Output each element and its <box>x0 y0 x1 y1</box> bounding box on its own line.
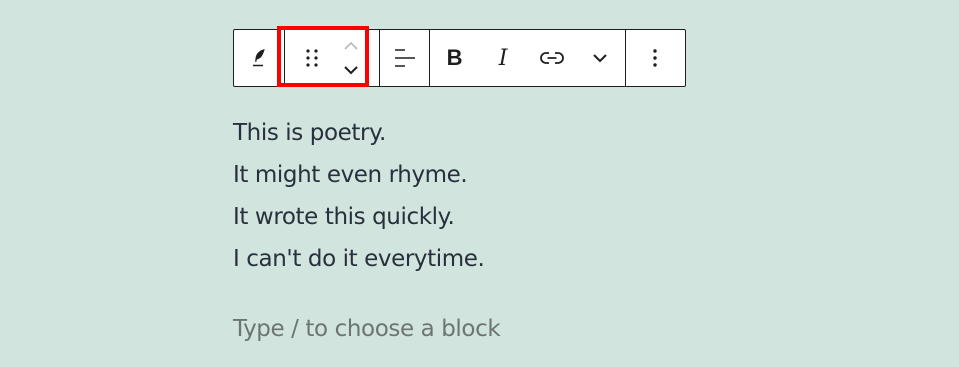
verse-line: I can't do it everytime. <box>233 246 485 272</box>
chevron-down-icon <box>593 54 607 63</box>
verse-line: It might even rhyme. <box>233 162 468 188</box>
options-button[interactable] <box>626 30 685 86</box>
block-type-group <box>234 30 285 86</box>
block-placeholder[interactable]: Type / to choose a block <box>233 316 501 342</box>
block-toolbar: B I <box>233 29 686 87</box>
options-group <box>626 30 685 86</box>
format-group: B I <box>430 30 626 86</box>
link-icon <box>539 52 564 64</box>
verse-line: It wrote this quickly. <box>233 204 455 230</box>
italic-label: I <box>498 45 508 71</box>
align-group <box>380 30 431 86</box>
move-down-button[interactable] <box>343 60 359 80</box>
drag-handle-icon <box>305 49 318 67</box>
block-mover-group <box>285 30 380 86</box>
block-movers <box>331 30 371 86</box>
block-type-button[interactable] <box>234 30 284 86</box>
more-vertical-icon <box>653 49 657 67</box>
verse-quill-icon <box>252 49 265 67</box>
more-formats-button[interactable] <box>576 30 625 86</box>
italic-button[interactable]: I <box>479 30 528 86</box>
link-button[interactable] <box>527 30 576 86</box>
align-left-icon <box>394 49 415 67</box>
bold-label: B <box>446 45 463 70</box>
drag-handle-button[interactable] <box>293 30 331 86</box>
bold-button[interactable]: B <box>430 30 479 86</box>
verse-block[interactable]: This is poetry. It might even rhyme. It … <box>233 112 485 280</box>
chevron-up-icon <box>343 41 358 50</box>
verse-line: This is poetry. <box>233 120 386 146</box>
move-up-button[interactable] <box>343 36 359 56</box>
chevron-down-icon <box>343 66 358 75</box>
align-button[interactable] <box>380 30 430 86</box>
